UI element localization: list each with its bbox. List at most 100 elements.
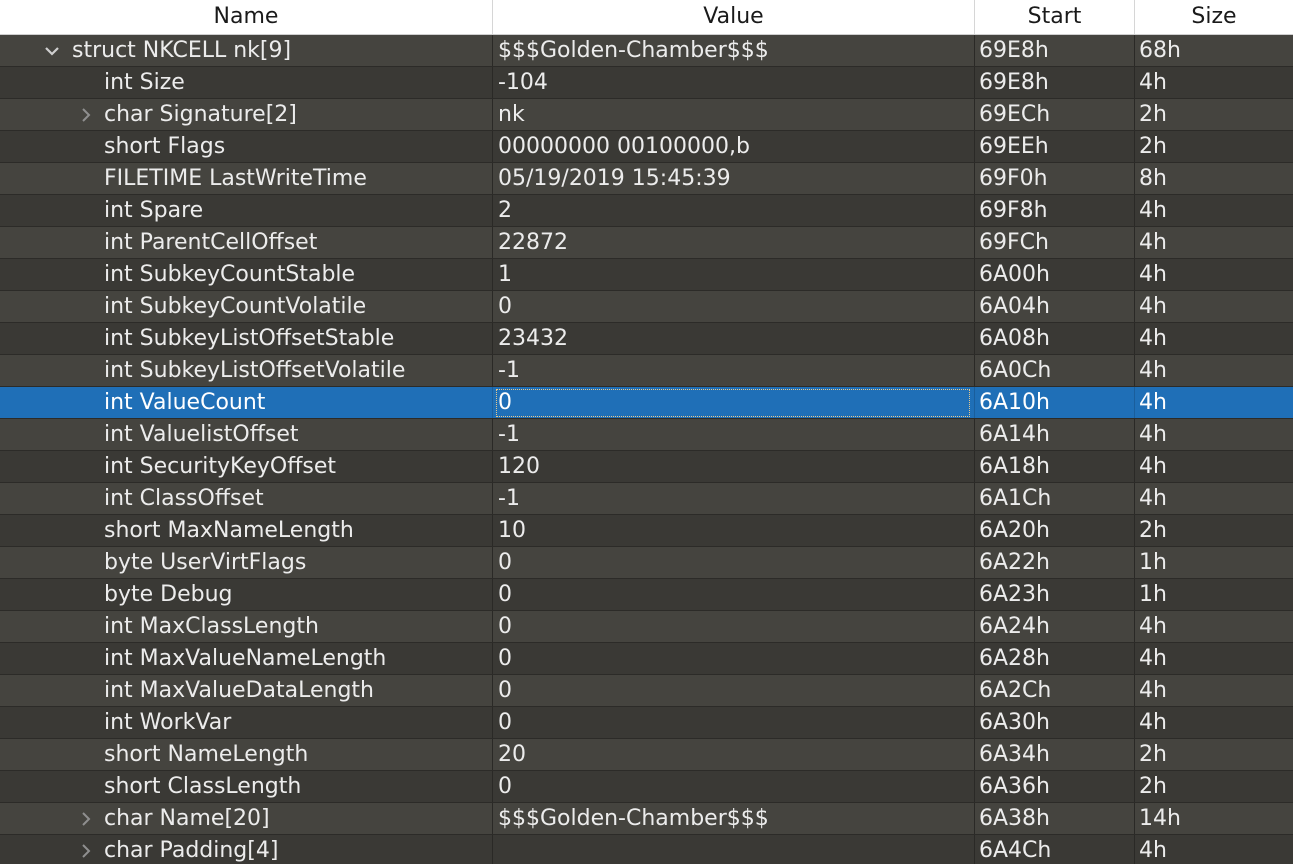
row-value-cell[interactable]: -1 — [493, 419, 975, 450]
table-row[interactable]: struct NKCELL nk[9] $$$Golden-Chamber$$$ 6… — [0, 35, 1293, 67]
table-row[interactable]: char Signature[2] nk 69ECh 2h — [0, 99, 1293, 131]
row-value-text: 0 — [498, 710, 512, 735]
row-name-cell[interactable]: int SubkeyCountVolatile — [0, 291, 493, 322]
row-name-text: int WorkVar — [104, 710, 232, 735]
row-name-cell[interactable]: short ClassLength — [0, 771, 493, 802]
row-name-text: short ClassLength — [104, 774, 302, 799]
row-start-cell: 6A36h — [975, 771, 1135, 802]
table-row[interactable]: int SubkeyListOffsetVolatile -1 6A0Ch 4h — [0, 355, 1293, 387]
row-value-cell[interactable]: 0 — [493, 707, 975, 738]
row-name-cell[interactable]: int ValuelistOffset — [0, 419, 493, 450]
table-row[interactable]: int MaxValueNameLength 0 6A28h 4h — [0, 643, 1293, 675]
table-row[interactable]: int SubkeyCountVolatile 0 6A04h 4h — [0, 291, 1293, 323]
row-name-cell[interactable]: int MaxClassLength — [0, 611, 493, 642]
chevron-right-icon[interactable] — [76, 99, 96, 130]
row-value-cell[interactable]: -1 — [493, 355, 975, 386]
table-row[interactable]: int ValuelistOffset -1 6A14h 4h — [0, 419, 1293, 451]
row-value-cell[interactable]: 0 — [493, 579, 975, 610]
table-row[interactable]: int SubkeyCountStable 1 6A00h 4h — [0, 259, 1293, 291]
row-value-text: 00000000 00100000,b — [498, 134, 750, 159]
row-value-text: 0 — [498, 614, 512, 639]
row-value-cell[interactable]: 1 — [493, 259, 975, 290]
row-name-cell[interactable]: char Signature[2] — [0, 99, 493, 130]
row-name-cell[interactable]: char Name[20] — [0, 803, 493, 834]
row-value-cell[interactable]: 0 — [493, 387, 975, 418]
row-value-cell[interactable]: $$$Golden-Chamber$$$ — [493, 35, 975, 66]
row-name-cell[interactable]: int SubkeyListOffsetStable — [0, 323, 493, 354]
row-name-cell[interactable]: struct NKCELL nk[9] — [0, 35, 493, 66]
row-size-cell: 2h — [1139, 774, 1167, 799]
row-value-cell[interactable]: 20 — [493, 739, 975, 770]
row-value-cell[interactable]: 10 — [493, 515, 975, 546]
row-name-cell[interactable]: byte Debug — [0, 579, 493, 610]
table-row[interactable]: short NameLength 20 6A34h 2h — [0, 739, 1293, 771]
row-value-cell[interactable]: -1 — [493, 483, 975, 514]
row-name-cell[interactable]: int WorkVar — [0, 707, 493, 738]
table-row[interactable]: byte UserVirtFlags 0 6A22h 1h — [0, 547, 1293, 579]
row-size-cell: 4h — [1139, 358, 1167, 383]
row-value-cell[interactable]: 00000000 00100000,b — [493, 131, 975, 162]
chevron-right-icon[interactable] — [76, 803, 96, 834]
row-name-cell[interactable]: int MaxValueDataLength — [0, 675, 493, 706]
row-name-cell[interactable]: int SecurityKeyOffset — [0, 451, 493, 482]
column-header-value[interactable]: Value — [493, 0, 975, 34]
row-name-cell[interactable]: int SubkeyCountStable — [0, 259, 493, 290]
row-name-cell[interactable]: int ClassOffset — [0, 483, 493, 514]
row-value-cell[interactable]: 23432 — [493, 323, 975, 354]
column-header-size[interactable]: Size — [1135, 0, 1293, 34]
row-value-cell[interactable]: 0 — [493, 675, 975, 706]
table-row[interactable]: int MaxValueDataLength 0 6A2Ch 4h — [0, 675, 1293, 707]
row-value-cell[interactable]: 22872 — [493, 227, 975, 258]
row-name-cell[interactable]: int Spare — [0, 195, 493, 226]
row-value-cell[interactable] — [493, 835, 975, 864]
chevron-down-icon[interactable] — [42, 35, 62, 66]
row-name-text: int ValuelistOffset — [104, 422, 299, 447]
table-row[interactable]: int SubkeyListOffsetStable 23432 6A08h 4h — [0, 323, 1293, 355]
row-size-cell: 4h — [1139, 454, 1167, 479]
row-value-cell[interactable]: 0 — [493, 547, 975, 578]
row-value-cell[interactable]: 2 — [493, 195, 975, 226]
row-value-cell[interactable]: 0 — [493, 643, 975, 674]
table-row[interactable]: int Spare 2 69F8h 4h — [0, 195, 1293, 227]
row-name-cell[interactable]: int ValueCount — [0, 387, 493, 418]
row-value-cell[interactable]: nk — [493, 99, 975, 130]
row-name-cell[interactable]: char Padding[4] — [0, 835, 493, 864]
row-start-cell: 6A14h — [975, 419, 1135, 450]
chevron-right-icon[interactable] — [76, 835, 96, 864]
row-value-cell[interactable]: 120 — [493, 451, 975, 482]
row-value-cell[interactable]: -104 — [493, 67, 975, 98]
column-header-name[interactable]: Name — [0, 0, 493, 34]
row-name-cell[interactable]: short Flags — [0, 131, 493, 162]
table-row[interactable]: int MaxClassLength 0 6A24h 4h — [0, 611, 1293, 643]
table-row[interactable]: int WorkVar 0 6A30h 4h — [0, 707, 1293, 739]
row-start-cell: 6A0Ch — [975, 355, 1135, 386]
row-name-cell[interactable]: int Size — [0, 67, 493, 98]
row-name-cell[interactable]: int MaxValueNameLength — [0, 643, 493, 674]
table-row[interactable]: short MaxNameLength 10 6A20h 2h — [0, 515, 1293, 547]
table-row[interactable]: char Name[20] $$$Golden-Chamber$$$ 6A38h 14… — [0, 803, 1293, 835]
row-name-cell[interactable]: short NameLength — [0, 739, 493, 770]
row-value-cell[interactable]: 0 — [493, 771, 975, 802]
table-row[interactable]: int ClassOffset -1 6A1Ch 4h — [0, 483, 1293, 515]
table-row[interactable]: byte Debug 0 6A23h 1h — [0, 579, 1293, 611]
row-size-cell: 2h — [1139, 134, 1167, 159]
row-value-cell[interactable]: 05/19/2019 15:45:39 — [493, 163, 975, 194]
table-row[interactable]: int ParentCellOffset 22872 69FCh 4h — [0, 227, 1293, 259]
row-value-cell[interactable]: $$$Golden-Chamber$$$ — [493, 803, 975, 834]
table-row[interactable]: char Padding[4] 6A4Ch 4h — [0, 835, 1293, 864]
row-start-cell: 69E8h — [975, 35, 1135, 66]
table-row[interactable]: FILETIME LastWriteTime 05/19/2019 15:45:3… — [0, 163, 1293, 195]
row-name-cell[interactable]: int SubkeyListOffsetVolatile — [0, 355, 493, 386]
table-row[interactable]: short ClassLength 0 6A36h 2h — [0, 771, 1293, 803]
table-row[interactable]: short Flags 00000000 00100000,b 69EEh 2h — [0, 131, 1293, 163]
column-header-start[interactable]: Start — [975, 0, 1135, 34]
row-name-cell[interactable]: int ParentCellOffset — [0, 227, 493, 258]
row-name-cell[interactable]: byte UserVirtFlags — [0, 547, 493, 578]
table-row[interactable]: int SecurityKeyOffset 120 6A18h 4h — [0, 451, 1293, 483]
table-row[interactable]: int Size -104 69E8h 4h — [0, 67, 1293, 99]
row-value-cell[interactable]: 0 — [493, 291, 975, 322]
row-value-cell[interactable]: 0 — [493, 611, 975, 642]
row-name-cell[interactable]: FILETIME LastWriteTime — [0, 163, 493, 194]
row-name-cell[interactable]: short MaxNameLength — [0, 515, 493, 546]
table-row[interactable]: int ValueCount 0 6A10h 4h — [0, 387, 1293, 419]
